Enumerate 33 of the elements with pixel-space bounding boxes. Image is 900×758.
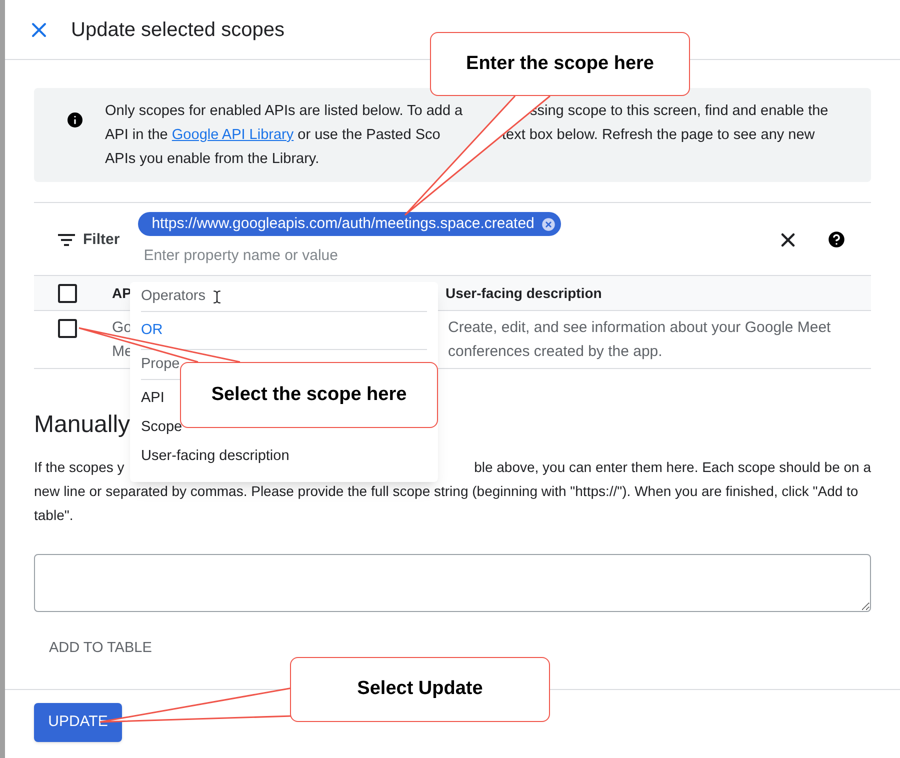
update-button[interactable]: UPDATE — [34, 703, 122, 742]
menu-item[interactable]: OR — [141, 316, 163, 345]
menu-item[interactable]: User-facing description — [141, 442, 290, 471]
filter-button[interactable]: Filter — [58, 229, 120, 252]
checkbox[interactable] — [58, 319, 77, 338]
info-text: API in the — [105, 126, 169, 145]
chip-label: https://www.googleapis.com/auth/meetings.space.created — [152, 214, 534, 234]
info-text: APIs you enable from the Library. — [105, 150, 320, 169]
menu-section-heading: Prope — [141, 354, 180, 374]
dialog-title: Update selected scopes — [71, 18, 284, 42]
instructions-text: ble above, you can enter them here. Each scope should be on a — [474, 458, 871, 477]
filter-input[interactable]: Enter property name or value — [144, 245, 444, 268]
menu-item[interactable]: Scope — [141, 413, 182, 442]
filter-icon — [58, 234, 75, 246]
scopes-textarea[interactable] — [34, 554, 871, 612]
scope-chip[interactable]: https://www.googleapis.com/auth/meetings.space.created — [138, 212, 562, 236]
callout: Enter the scope here — [430, 32, 690, 96]
info-text: Only scopes for enabled APIs are listed below. To add a — [105, 102, 463, 121]
menu-section-heading: Operators — [141, 286, 206, 306]
library-link[interactable]: Google API Library — [172, 123, 294, 147]
column-header: AP — [112, 284, 132, 302]
column-header: User-facing description — [445, 284, 602, 303]
instructions-text: If the scopes y — [34, 458, 124, 477]
table-cell-text: Create, edit, and see information about your Google Meet conferences created by the app. — [448, 318, 832, 362]
instructions-text: new line or separated by commas. Please provide the full scope string (beginning with "https://"). When you are finished, click "Add to table". — [34, 482, 860, 525]
info-text: or use the Pasted Sco — [296, 126, 440, 145]
section-heading: Manually — [34, 410, 130, 440]
chip-remove-icon[interactable] — [540, 216, 558, 232]
checkbox[interactable] — [58, 284, 77, 302]
menu-item[interactable]: API — [141, 384, 164, 413]
info-icon — [65, 110, 85, 130]
help-icon[interactable] — [826, 229, 847, 250]
add-to-table-button[interactable]: ADD TO TABLE — [49, 638, 152, 660]
